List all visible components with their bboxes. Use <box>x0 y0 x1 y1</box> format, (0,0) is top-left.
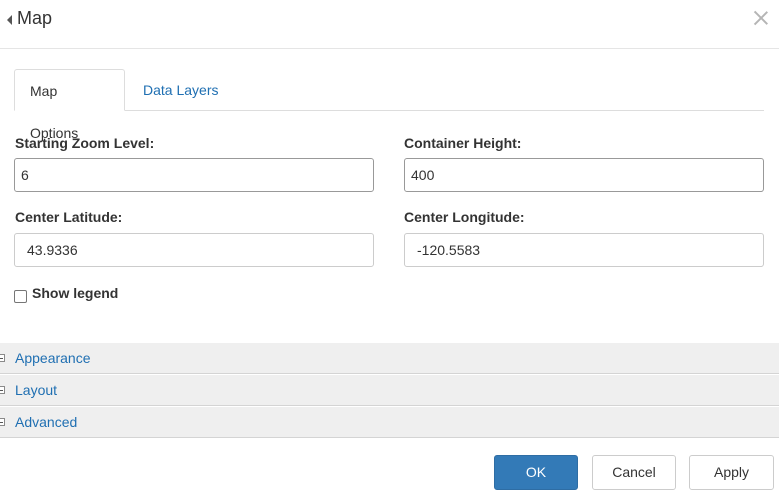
expand-icon <box>0 386 5 394</box>
center-latitude-input[interactable] <box>14 233 374 267</box>
section-label: Appearance <box>15 350 91 366</box>
show-legend-label: Show legend <box>32 285 119 301</box>
section-label: Advanced <box>15 414 78 430</box>
close-icon[interactable] <box>752 9 770 27</box>
tab-bar: Map Options Data Layers <box>14 69 764 141</box>
container-height-input[interactable] <box>404 158 764 192</box>
center-longitude-label: Center Longitude: <box>404 209 525 225</box>
container-height-label: Container Height: <box>404 135 522 151</box>
section-advanced[interactable]: Advanced <box>0 407 779 438</box>
expand-icon <box>0 354 5 362</box>
section-appearance[interactable]: Appearance <box>0 343 779 374</box>
tab-map-options[interactable]: Map Options <box>14 69 125 141</box>
zoom-level-input[interactable] <box>14 158 374 192</box>
center-longitude-input[interactable] <box>404 233 764 267</box>
caret-left-icon[interactable] <box>7 15 12 25</box>
cancel-button[interactable]: Cancel <box>592 455 676 490</box>
apply-button[interactable]: Apply <box>689 455 774 490</box>
center-latitude-label: Center Latitude: <box>15 209 123 225</box>
expand-icon <box>0 418 5 426</box>
show-legend-checkbox[interactable] <box>14 290 27 303</box>
dialog-header: Map <box>0 0 779 49</box>
ok-button[interactable]: OK <box>494 455 578 490</box>
tab-data-layers[interactable]: Data Layers <box>128 69 233 111</box>
dialog-title: Map <box>17 8 53 28</box>
section-layout[interactable]: Layout <box>0 375 779 406</box>
zoom-level-label: Starting Zoom Level: <box>15 135 155 151</box>
section-label: Layout <box>15 382 58 398</box>
